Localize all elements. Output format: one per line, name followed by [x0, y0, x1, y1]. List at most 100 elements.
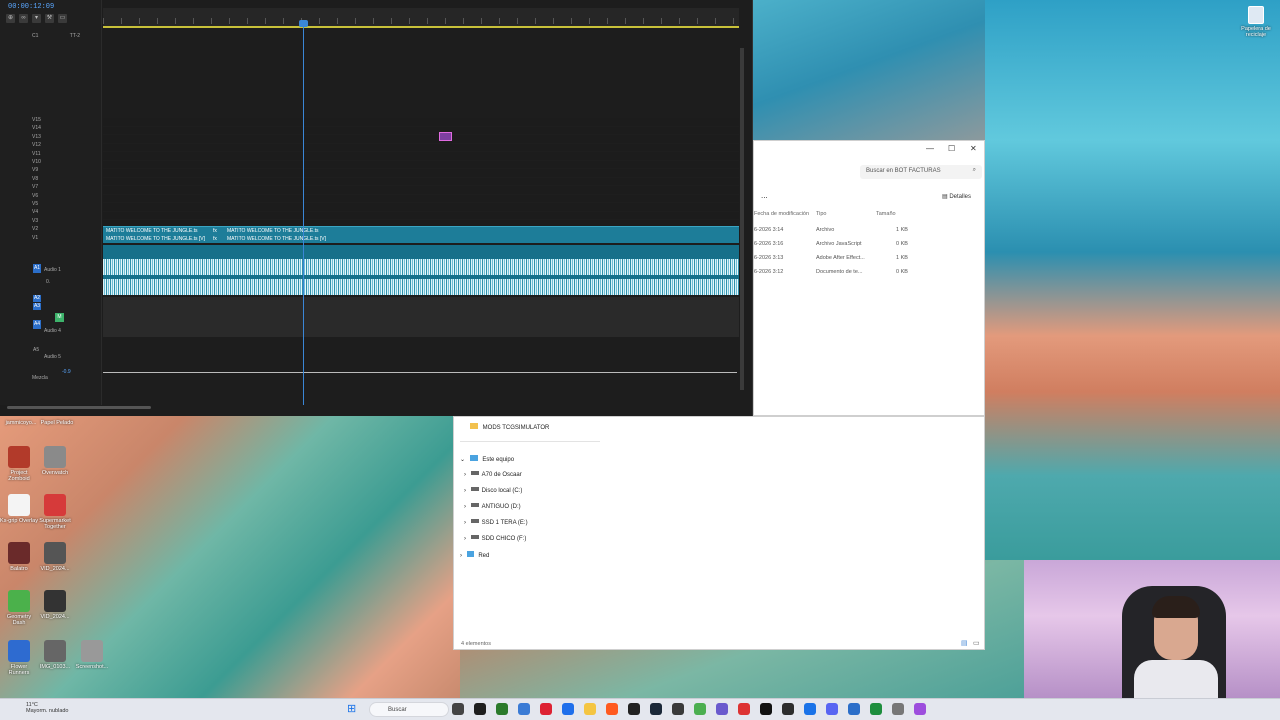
- audio-track-area[interactable]: [103, 297, 739, 337]
- folder-item[interactable]: MODS TCGSIMULATOR: [470, 423, 549, 431]
- video-track-label[interactable]: V3: [32, 218, 38, 224]
- taskbar-app-icon[interactable]: [892, 703, 904, 715]
- column-date[interactable]: Fecha de modificación: [754, 211, 809, 217]
- column-type[interactable]: Tipo: [816, 211, 827, 217]
- taskbar-app-icon[interactable]: [562, 703, 574, 715]
- taskbar-app-icon[interactable]: [738, 703, 750, 715]
- video-clips-row[interactable]: MATITO WELCOME TO THE JUNGLE.ts fx MATIT…: [103, 226, 739, 243]
- audio-1-level[interactable]: 0.: [46, 279, 50, 285]
- taskbar-app-icon[interactable]: [650, 703, 662, 715]
- vertical-scrollbar[interactable]: [740, 48, 744, 390]
- audio-4-mute-button[interactable]: M: [55, 313, 64, 322]
- desktop-icon[interactable]: Balatro: [0, 542, 38, 572]
- file-row-date[interactable]: 6-2026 3:12: [754, 269, 783, 275]
- video-track-area[interactable]: [103, 118, 739, 226]
- taskbar-app-icon[interactable]: [672, 703, 684, 715]
- video-track-label[interactable]: V4: [32, 209, 38, 215]
- taskbar-app-icon[interactable]: [452, 703, 464, 715]
- taskbar-app-icon[interactable]: [474, 703, 486, 715]
- video-track-label[interactable]: V7: [32, 184, 38, 190]
- windows-start-icon[interactable]: ⊞: [347, 704, 358, 715]
- file-row-size[interactable]: 0 KB: [896, 269, 908, 275]
- video-track-label[interactable]: V2: [32, 226, 38, 232]
- taskbar-app-icon[interactable]: [540, 703, 552, 715]
- taskbar-app-icon[interactable]: [694, 703, 706, 715]
- desktop-icon[interactable]: VID_2024...: [36, 542, 74, 572]
- desktop-icon[interactable]: Ks-grip Overlay: [0, 494, 38, 524]
- taskbar-app-icon[interactable]: [606, 703, 618, 715]
- details-button[interactable]: ▤ Detalles: [942, 193, 971, 200]
- video-track-label[interactable]: V5: [32, 201, 38, 207]
- taskbar-app-icon[interactable]: [760, 703, 772, 715]
- audio-clip-a1[interactable]: [103, 245, 739, 295]
- taskbar-app-icon[interactable]: [496, 703, 508, 715]
- taskbar-app-icon[interactable]: [826, 703, 838, 715]
- video-track-label[interactable]: V10: [32, 159, 41, 165]
- captions-icon[interactable]: ▭: [58, 14, 67, 23]
- details-view-icon[interactable]: ▤: [961, 639, 968, 647]
- clip-v2-b[interactable]: MATITO WELCOME TO THE JUNGLE.ts: [227, 228, 319, 234]
- video-track-label[interactable]: V9: [32, 167, 38, 173]
- desktop-icon[interactable]: Screenshot...: [73, 640, 111, 670]
- file-row-size[interactable]: 1 KB: [896, 227, 908, 233]
- recycle-bin-icon[interactable]: Papelera de reciclaje: [1237, 6, 1275, 38]
- close-icon[interactable]: ✕: [970, 144, 977, 153]
- file-row-size[interactable]: 1 KB: [896, 255, 908, 261]
- clip-v1-a[interactable]: MATITO WELCOME TO THE JUNGLE.ts [V]: [106, 236, 205, 242]
- drive-item[interactable]: › SSD 1 TERA (E:): [464, 519, 528, 526]
- network-item[interactable]: › Red: [460, 551, 489, 559]
- desktop-top-label-2[interactable]: Papel Pelado: [38, 420, 76, 426]
- video-track-label[interactable]: V12: [32, 142, 41, 148]
- taskbar-app-icon[interactable]: [870, 703, 882, 715]
- desktop-icon[interactable]: Flower Runners: [0, 640, 38, 676]
- video-track-label[interactable]: V1: [32, 235, 38, 241]
- taskbar-app-icon[interactable]: [848, 703, 860, 715]
- desktop-icon[interactable]: Project Zomboid: [0, 446, 38, 482]
- taskbar-app-icon[interactable]: [518, 703, 530, 715]
- video-track-label[interactable]: V15: [32, 117, 41, 123]
- minimize-icon[interactable]: —: [926, 144, 934, 153]
- video-track-label[interactable]: V6: [32, 193, 38, 199]
- desktop-icon[interactable]: VID_2024...: [36, 590, 74, 620]
- video-track-label[interactable]: V14: [32, 125, 41, 131]
- wrench-icon[interactable]: ⚒: [45, 14, 54, 23]
- desktop-icon[interactable]: Supermarket Together: [36, 494, 74, 530]
- taskbar-app-icon[interactable]: [804, 703, 816, 715]
- drive-item[interactable]: › A70 de Oscaar: [464, 471, 522, 478]
- mix-value[interactable]: -0.9: [62, 369, 71, 375]
- taskbar-app-icon[interactable]: [914, 703, 926, 715]
- desktop-icon[interactable]: Geometry Dash: [0, 590, 38, 626]
- video-track-label[interactable]: V11: [32, 151, 41, 157]
- file-row-type[interactable]: Documento de te...: [816, 269, 862, 275]
- file-row-size[interactable]: 0 KB: [896, 241, 908, 247]
- tiles-view-icon[interactable]: ▭: [973, 639, 980, 647]
- file-row-type[interactable]: Archivo: [816, 227, 834, 233]
- time-ruler[interactable]: [103, 8, 739, 28]
- file-row-type[interactable]: Archivo JavaScript: [816, 241, 862, 247]
- file-row-date[interactable]: 6-2026 3:13: [754, 255, 783, 261]
- audio-track-a5-toggle[interactable]: A5: [33, 347, 39, 353]
- taskbar-search[interactable]: Buscar: [369, 702, 449, 717]
- audio-track-a1-toggle[interactable]: A1: [33, 264, 41, 273]
- column-size[interactable]: Tamaño: [876, 211, 896, 217]
- timecode[interactable]: 00:00:12:09: [8, 3, 54, 11]
- clip-v2-a[interactable]: MATITO WELCOME TO THE JUNGLE.ts: [106, 228, 198, 234]
- file-row-date[interactable]: 6-2026 3:16: [754, 241, 783, 247]
- desktop-icon[interactable]: IMG_0103...: [36, 640, 74, 670]
- video-track-label[interactable]: V13: [32, 134, 41, 140]
- clip-v1-b[interactable]: MATITO WELCOME TO THE JUNGLE.ts [V]: [227, 236, 326, 242]
- audio-track-a3-toggle[interactable]: A3: [33, 303, 41, 310]
- audio-track-a4-toggle[interactable]: A4: [33, 320, 41, 329]
- audio-track-a2-toggle[interactable]: A2: [33, 295, 41, 302]
- file-row-date[interactable]: 6-2026 3:14: [754, 227, 783, 233]
- taskbar-app-icon[interactable]: [628, 703, 640, 715]
- drive-item[interactable]: › SDD CHICO (F:): [464, 535, 526, 542]
- linked-icon[interactable]: ∞: [19, 14, 28, 23]
- file-row-type[interactable]: Adobe After Effect...: [816, 255, 865, 261]
- taskbar-app-icon[interactable]: [782, 703, 794, 715]
- video-track-label[interactable]: V8: [32, 176, 38, 182]
- taskbar-app-icon[interactable]: [716, 703, 728, 715]
- snap-icon[interactable]: ⊕: [6, 14, 15, 23]
- horizontal-zoom-scrollbar[interactable]: [7, 406, 151, 409]
- desktop-icon[interactable]: Overwatch: [36, 446, 74, 476]
